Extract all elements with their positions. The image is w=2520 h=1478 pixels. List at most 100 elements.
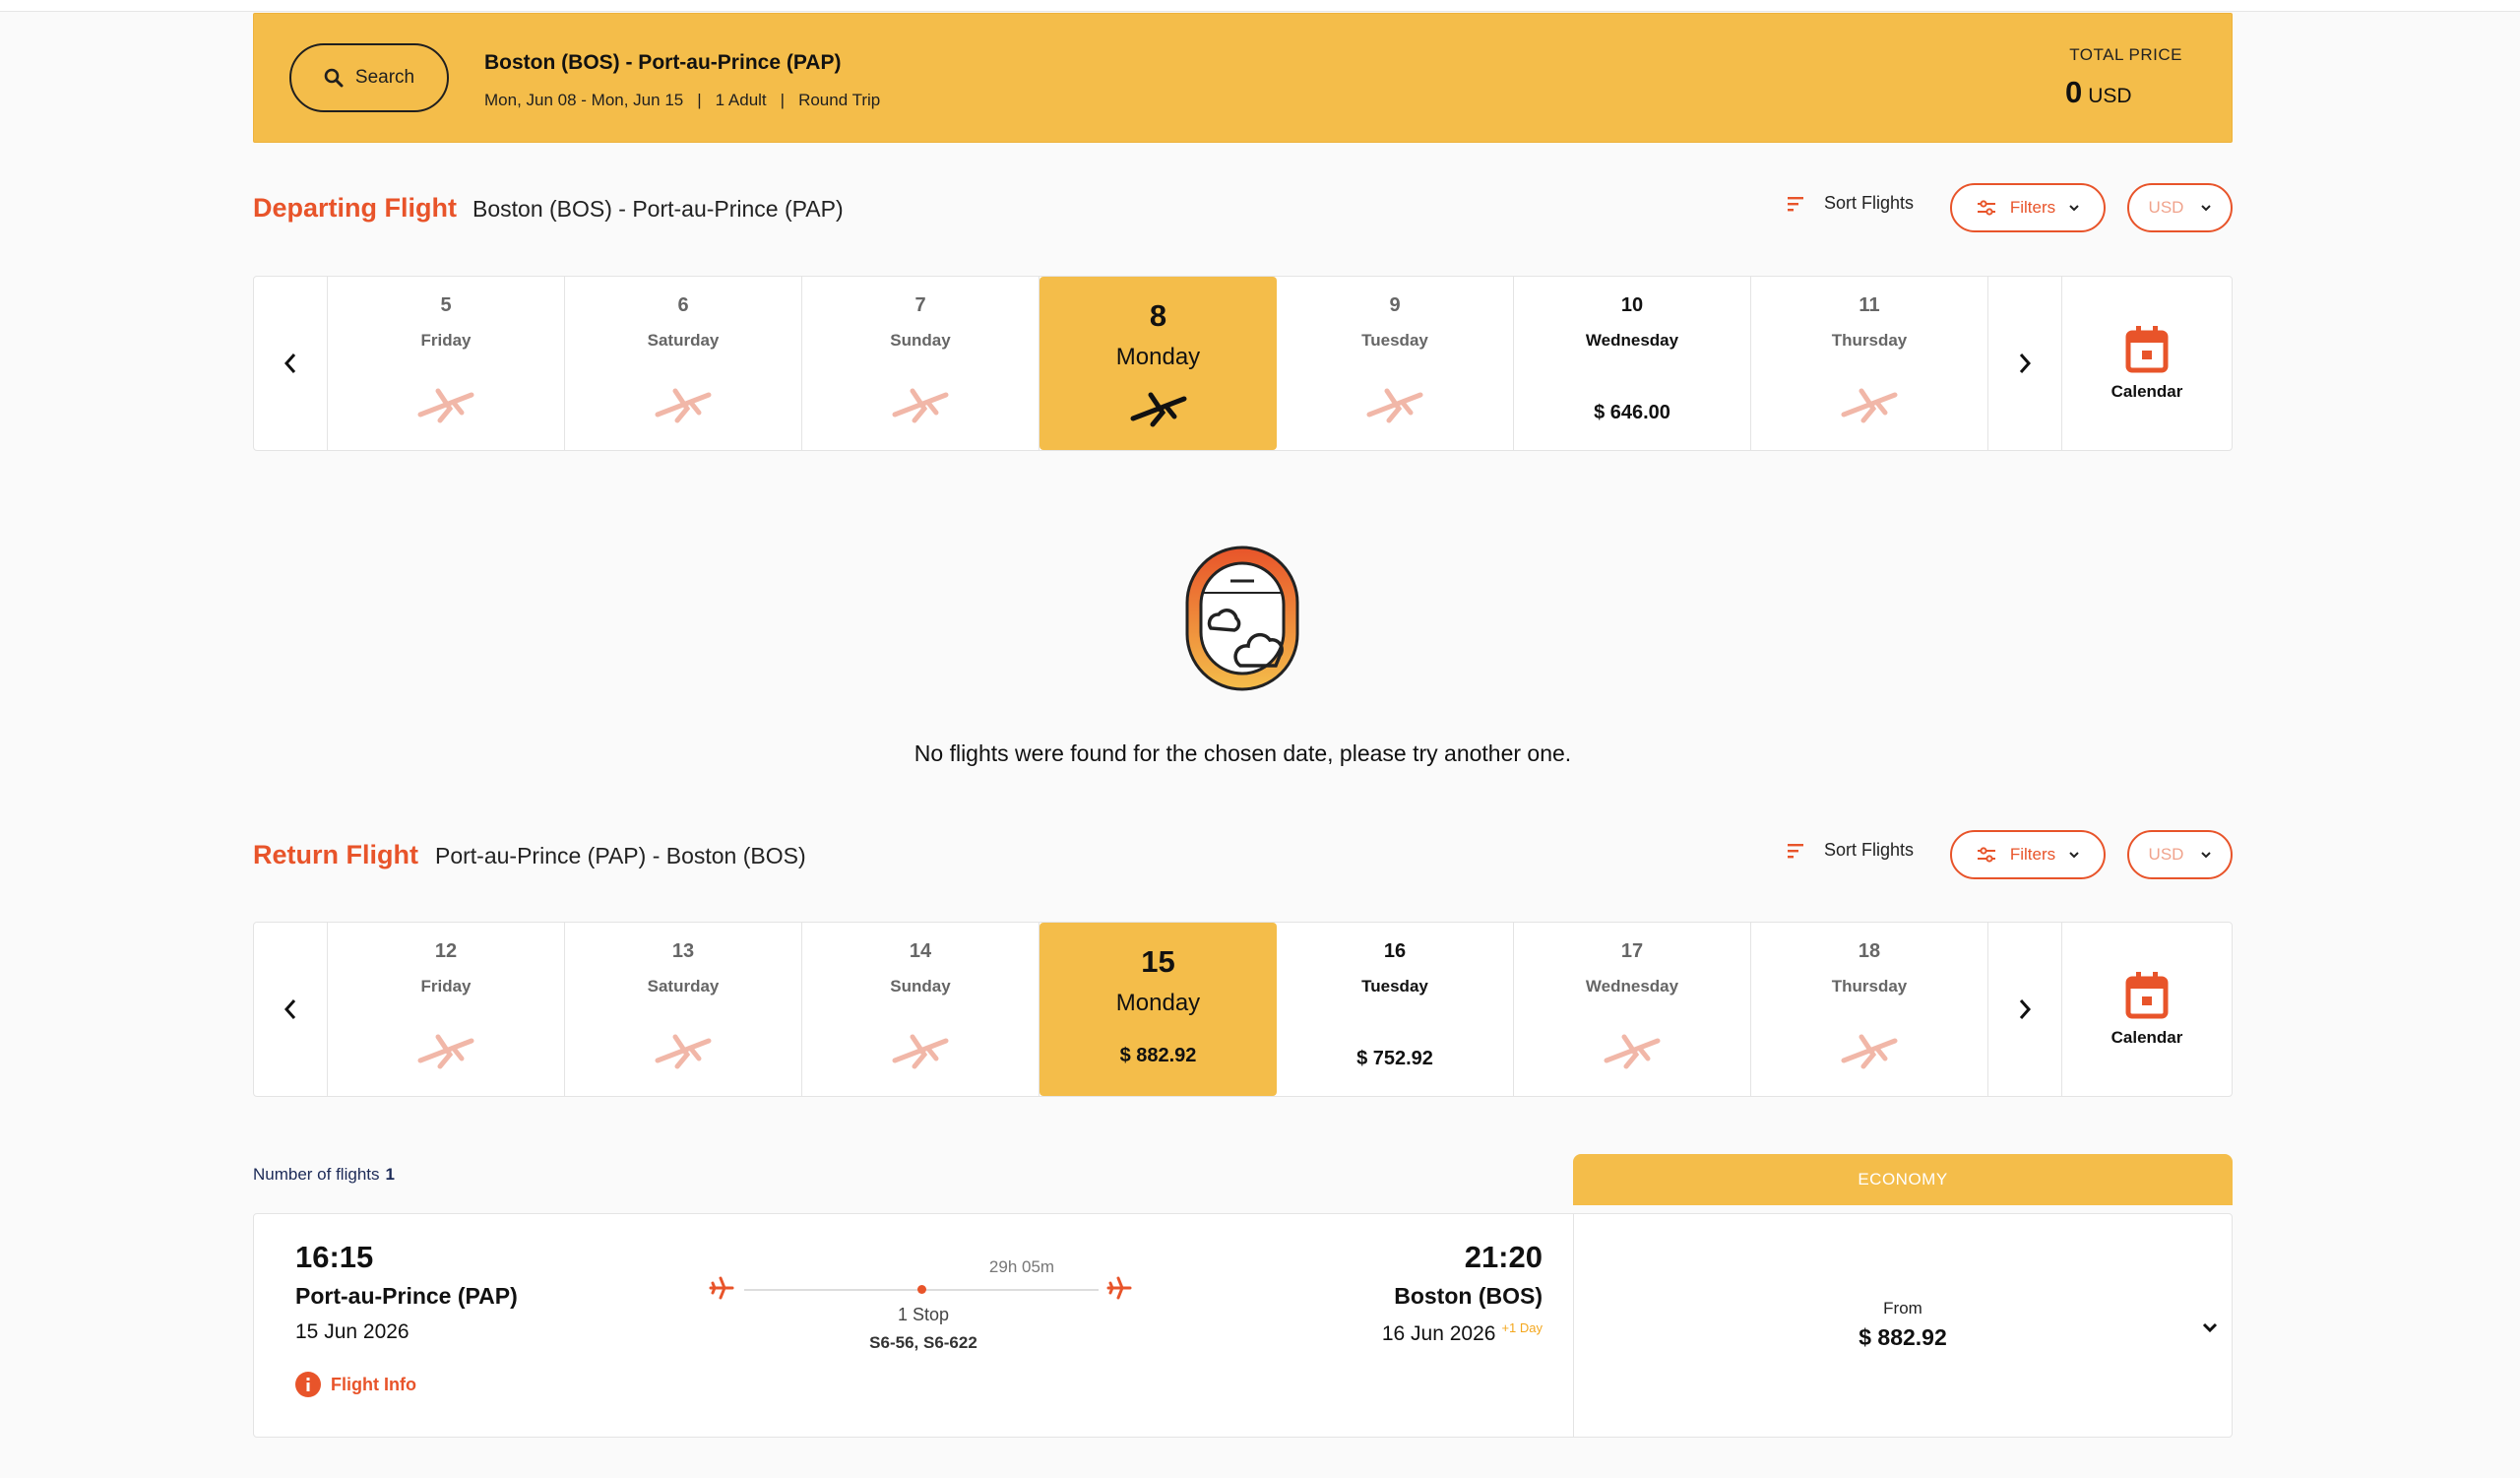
expand-fare-button[interactable] [2202, 1320, 2218, 1338]
no-flight-plane-icon [892, 388, 949, 423]
flight-count: Number of flights 1 [253, 1165, 395, 1184]
calendar-button[interactable]: Calendar [2062, 923, 2232, 1096]
cabin-class-header: ECONOMY [1573, 1154, 2233, 1205]
arrival-time: 21:20 [1464, 1240, 1543, 1274]
day-offset: +1 Day [1501, 1320, 1543, 1335]
next-dates-button[interactable] [1988, 277, 2062, 450]
no-flight-plane-icon [892, 1034, 949, 1069]
chevron-down-icon [2201, 205, 2212, 212]
summary-meta: Mon, Jun 08 - Mon, Jun 15 | 1 Adult | Round … [484, 91, 881, 109]
return-title: Return Flight [253, 840, 418, 869]
flight-info-link[interactable]: Flight Info [295, 1372, 416, 1397]
route-line [744, 1285, 1099, 1294]
fare-from-label: From [1883, 1299, 1922, 1317]
search-summary-bar: Search Boston (BOS) - Port-au-Prince (PA… [253, 13, 2233, 143]
stop-dot [917, 1285, 926, 1294]
no-flight-plane-icon [1841, 1034, 1898, 1069]
date-cell[interactable]: 5 Friday [328, 277, 565, 450]
calendar-icon [2125, 972, 2169, 1019]
sort-flights-button[interactable]: Sort Flights [1787, 193, 1914, 214]
filter-sliders-icon [1977, 847, 1995, 863]
top-border [0, 0, 2520, 12]
calendar-icon [2125, 326, 2169, 373]
currency-select[interactable]: USD [2127, 183, 2233, 232]
fare-price[interactable]: $ 882.92 [1573, 1324, 2233, 1351]
stop-count: 1 Stop [897, 1305, 950, 1324]
search-icon [324, 68, 344, 88]
next-dates-button[interactable] [1988, 923, 2062, 1096]
no-flight-plane-icon [417, 1034, 474, 1069]
date-price: $ 752.92 [1356, 1048, 1433, 1069]
no-flight-plane-icon [655, 1034, 712, 1069]
summary-route: Boston (BOS) - Port-au-Prince (PAP) [484, 51, 842, 74]
date-price: $ 646.00 [1594, 402, 1670, 423]
no-flight-plane-icon [1130, 392, 1186, 427]
total-price-label: TOTAL PRICE [2069, 45, 2182, 64]
date-cell-selected[interactable]: 8 Monday [1040, 277, 1277, 450]
search-button-label: Search [354, 67, 415, 88]
date-cell[interactable]: 14 Sunday [802, 923, 1040, 1096]
chevron-down-icon [2069, 205, 2079, 212]
summary-dates: Mon, Jun 08 - Mon, Jun 15 [484, 91, 684, 109]
departure-time: 16:15 [295, 1240, 374, 1274]
summary-passengers: 1 Adult [715, 91, 767, 109]
sort-flights-button[interactable]: Sort Flights [1787, 840, 1914, 861]
date-price: $ 882.92 [1119, 1045, 1197, 1066]
date-cell[interactable]: 13 Saturday [565, 923, 802, 1096]
chevron-left-icon [284, 999, 296, 1019]
chevron-down-icon [2201, 852, 2212, 859]
no-flights-message: No flights were found for the chosen dat… [914, 740, 1572, 766]
filters-button[interactable]: Filters [1950, 830, 2106, 879]
flight-numbers: S6-56, S6-622 [869, 1333, 977, 1352]
date-cell-selected[interactable]: 15 Monday $ 882.92 [1040, 923, 1277, 1096]
arrival-city: Boston (BOS) [1394, 1283, 1543, 1309]
chevron-down-icon [2202, 1322, 2218, 1333]
date-cell[interactable]: 17 Wednesday [1514, 923, 1751, 1096]
date-cell[interactable]: 12 Friday [328, 923, 565, 1096]
chevron-down-icon [2069, 852, 2079, 859]
chevron-left-icon [284, 353, 296, 373]
search-button[interactable]: Search [289, 43, 449, 112]
date-cell[interactable]: 9 Tuesday [1277, 277, 1514, 450]
flight-duration: 29h 05m [988, 1257, 1055, 1276]
date-cell[interactable]: 10 Wednesday $ 646.00 [1514, 277, 1751, 450]
no-flight-plane-icon [417, 388, 474, 423]
chevron-right-icon [2019, 999, 2032, 1019]
no-flight-plane-icon [1366, 388, 1423, 423]
filter-sliders-icon [1977, 200, 1995, 216]
flight-result-card: 16:15 Port-au-Prince (PAP) 15 Jun 2026 F… [253, 1213, 2233, 1438]
departing-title: Departing Flight [253, 193, 457, 223]
return-header: Return Flight Port-au-Prince (PAP) - Bos… [253, 830, 2233, 889]
no-flight-plane-icon [655, 388, 712, 423]
info-icon [295, 1372, 321, 1397]
filters-button[interactable]: Filters [1950, 183, 2106, 232]
date-cell[interactable]: 16 Tuesday $ 752.92 [1277, 923, 1514, 1096]
date-cell[interactable]: 11 Thursday [1751, 277, 1988, 450]
arrival-date: 16 Jun 2026 +1 Day [1381, 1320, 1543, 1345]
sort-icon [1788, 196, 1803, 211]
date-cell[interactable]: 7 Sunday [802, 277, 1040, 450]
arrival-plane-icon [1106, 1275, 1132, 1306]
calendar-button[interactable]: Calendar [2062, 277, 2232, 450]
departure-date: 15 Jun 2026 [295, 1320, 410, 1343]
sort-icon [1788, 843, 1803, 858]
departure-plane-icon [709, 1275, 734, 1306]
return-date-strip: 12 Friday 13 Saturday 14 Sunday 15 Monday $ 8… [253, 922, 2233, 1097]
date-cell[interactable]: 6 Saturday [565, 277, 802, 450]
airplane-window-illustration [1183, 544, 1301, 698]
departure-city: Port-au-Prince (PAP) [295, 1283, 518, 1309]
total-price-value: 0 USD [2065, 75, 2132, 109]
total-price-currency: USD [2088, 85, 2132, 107]
date-cell[interactable]: 18 Thursday [1751, 923, 1988, 1096]
flight-stops: 1 Stop S6-56, S6-622 [623, 1305, 1224, 1353]
departing-date-strip: 5 Friday 6 Saturday 7 Sunday 8 Monday 9 Tuesd… [253, 276, 2233, 451]
summary-trip-type: Round Trip [798, 91, 881, 109]
return-route: Port-au-Prince (PAP) - Boston (BOS) [435, 843, 806, 868]
departing-route: Boston (BOS) - Port-au-Prince (PAP) [472, 196, 844, 222]
prev-dates-button[interactable] [254, 277, 328, 450]
currency-select[interactable]: USD [2127, 830, 2233, 879]
prev-dates-button[interactable] [254, 923, 328, 1096]
departing-header: Departing Flight Boston (BOS) - Port-au-… [253, 183, 2233, 242]
chevron-right-icon [2019, 353, 2032, 373]
no-flight-plane-icon [1604, 1034, 1661, 1069]
